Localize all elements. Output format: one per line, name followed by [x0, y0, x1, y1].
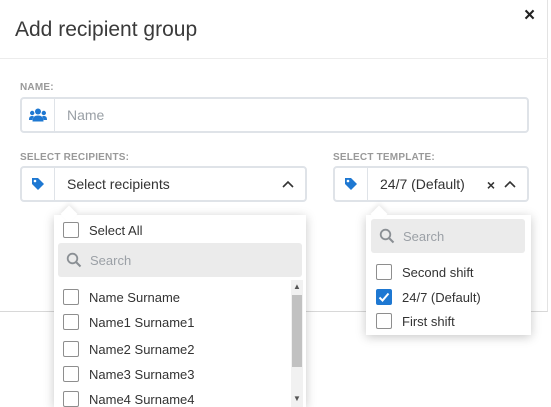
recipient-label: Name Surname: [89, 289, 181, 305]
select-template-label: SELECT TEMPLATE:: [333, 152, 435, 163]
select-template-value: 24/7 (Default): [380, 176, 465, 192]
template-checkbox[interactable]: [376, 313, 392, 329]
recipient-option[interactable]: Name1 Surname1: [63, 314, 195, 330]
select-template-dropdown[interactable]: 24/7 (Default) ×: [333, 166, 529, 202]
dialog-title: Add recipient group: [15, 18, 198, 41]
recipient-option[interactable]: Name2 Surname2: [63, 341, 195, 357]
recipient-label: Name4 Surname4: [89, 391, 195, 407]
recipient-label: Name1 Surname1: [89, 314, 195, 330]
recipient-label: Name2 Surname2: [89, 341, 195, 357]
recipients-search-input[interactable]: Search: [58, 243, 302, 277]
name-input-group: Name: [20, 97, 529, 133]
scrollbar-thumb[interactable]: [292, 295, 302, 367]
name-label: NAME:: [20, 82, 54, 93]
name-input[interactable]: Name: [55, 107, 104, 123]
recipient-checkbox[interactable]: [63, 391, 79, 407]
select-all-label: Select All: [89, 222, 143, 238]
template-option[interactable]: First shift: [376, 313, 455, 329]
template-label: Second shift: [402, 264, 474, 280]
select-recipients-value: Select recipients: [67, 176, 170, 192]
chevron-up-icon[interactable]: [281, 177, 295, 191]
recipient-label: Name3 Surname3: [89, 366, 195, 382]
scroll-down-icon[interactable]: ▼: [291, 393, 303, 405]
template-option[interactable]: Second shift: [376, 264, 474, 280]
close-icon[interactable]: ×: [524, 6, 535, 26]
recipient-checkbox[interactable]: [63, 341, 79, 357]
recipient-checkbox[interactable]: [63, 314, 79, 330]
search-icon: [66, 252, 82, 268]
recipient-checkbox[interactable]: [63, 289, 79, 305]
select-all-checkbox[interactable]: [63, 222, 79, 238]
chevron-up-icon[interactable]: [503, 177, 517, 191]
tag-icon: [335, 168, 368, 200]
template-option[interactable]: 24/7 (Default): [376, 289, 481, 305]
search-icon: [379, 228, 395, 244]
template-search-placeholder: Search: [403, 228, 445, 244]
template-checkbox-checked[interactable]: [376, 289, 392, 305]
users-icon: [22, 99, 55, 131]
tag-icon: [22, 168, 55, 200]
checkmark-icon: [378, 292, 390, 302]
select-all-option[interactable]: Select All: [63, 222, 142, 238]
template-label: 24/7 (Default): [402, 289, 481, 305]
recipients-search-placeholder: Search: [90, 252, 132, 268]
template-label: First shift: [402, 313, 455, 329]
recipient-option[interactable]: Name Surname: [63, 289, 180, 305]
recipient-option[interactable]: Name3 Surname3: [63, 366, 195, 382]
title-divider: [0, 58, 548, 59]
recipient-checkbox[interactable]: [63, 366, 79, 382]
clear-template-icon[interactable]: ×: [487, 178, 495, 192]
select-recipients-dropdown[interactable]: Select recipients: [20, 166, 307, 202]
select-recipients-label: SELECT RECIPIENTS:: [20, 152, 130, 163]
template-search-input[interactable]: Search: [371, 219, 525, 253]
template-checkbox[interactable]: [376, 264, 392, 280]
scroll-up-icon[interactable]: ▲: [291, 281, 303, 293]
recipient-option[interactable]: Name4 Surname4: [63, 391, 195, 407]
